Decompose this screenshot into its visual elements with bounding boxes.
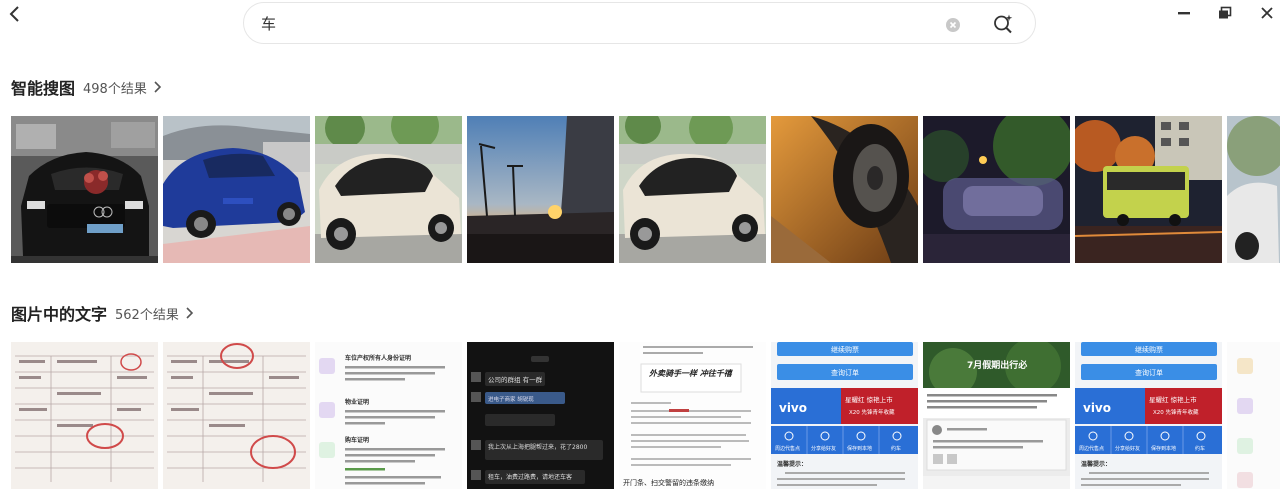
doc-heading: 购车证明 — [345, 436, 369, 444]
svg-text:保存到本地: 保存到本地 — [1151, 445, 1176, 452]
svg-text:星耀红 惊艳上市: 星耀红 惊艳上市 — [845, 395, 893, 404]
svg-text:查询订单: 查询订单 — [831, 368, 859, 377]
photo-thumbnail[interactable] — [315, 116, 462, 263]
svg-text:X20 先锋青年收藏: X20 先锋青年收藏 — [1153, 408, 1199, 416]
photo-thumbnail[interactable] — [163, 342, 310, 489]
clear-circle-icon[interactable] — [946, 17, 960, 32]
photo-strip-text-in-image[interactable]: 车位产权所有人身份证明 物业证明 购车证明 公司的群组 有一群 进电子商家 胡锐… — [11, 342, 1280, 489]
doc-footer: 开门条、扫交警留的违条缴纳 — [623, 478, 714, 487]
chevron-right-icon — [186, 307, 193, 319]
svg-text:租车，油费过路费，请地还车客: 租车，油费过路费，请地还车客 — [488, 473, 572, 481]
photo-thumbnail[interactable] — [771, 116, 918, 263]
svg-text:分享给好友: 分享给好友 — [1115, 445, 1140, 452]
svg-text:公司的群组 有一群: 公司的群组 有一群 — [488, 375, 543, 384]
photo-thumbnail[interactable] — [467, 116, 614, 263]
svg-text:vivo: vivo — [1083, 401, 1111, 415]
photo-thumbnail[interactable]: 继续购票 查询订单 vivo 星耀红 惊艳上市 X20 先锋青年收藏 周边代售点… — [1075, 342, 1222, 489]
photo-thumbnail[interactable]: 外卖骑手一样 冲往千禧 开门条、扫交警留的违条缴纳 — [619, 342, 766, 489]
photo-thumbnail[interactable] — [1227, 342, 1280, 489]
svg-text:星耀红 惊艳上市: 星耀红 惊艳上市 — [1149, 395, 1197, 404]
close-icon — [1261, 7, 1273, 19]
doc-heading: 车位产权所有人身份证明 — [345, 354, 411, 362]
svg-text:7月假期出行必: 7月假期出行必 — [967, 359, 1027, 371]
photo-thumbnail[interactable] — [11, 116, 158, 263]
photo-thumbnail[interactable] — [11, 342, 158, 489]
photo-thumbnail[interactable] — [1075, 116, 1222, 263]
svg-text:约车: 约车 — [891, 445, 901, 452]
image-search-icon[interactable] — [992, 13, 1014, 35]
close-button[interactable] — [1258, 4, 1276, 22]
photo-strip-smart-search[interactable] — [11, 116, 1280, 263]
photo-thumbnail[interactable] — [923, 116, 1070, 263]
svg-text:进电子商家 胡锐现: 进电子商家 胡锐现 — [488, 395, 534, 403]
section-title: 智能搜图 — [11, 79, 76, 98]
photo-thumbnail[interactable]: 车位产权所有人身份证明 物业证明 购车证明 — [315, 342, 462, 489]
photo-thumbnail[interactable] — [619, 116, 766, 263]
photo-thumbnail[interactable]: 7月假期出行必 — [923, 342, 1070, 489]
svg-text:周边代售点: 周边代售点 — [1079, 445, 1104, 452]
restore-button[interactable] — [1216, 4, 1234, 22]
svg-text:继续购票: 继续购票 — [831, 345, 859, 354]
svg-text:分享给好友: 分享给好友 — [811, 445, 836, 452]
back-button[interactable] — [2, 2, 26, 26]
photo-thumbnail[interactable]: 公司的群组 有一群 进电子商家 胡锐现 我上次从上海把腿帮过来，花了2800 租… — [467, 342, 614, 489]
section-header-smart-search[interactable]: 智能搜图 498个结果 — [11, 75, 163, 99]
svg-text:我上次从上海把腿帮过来，花了2800: 我上次从上海把腿帮过来，花了2800 — [488, 443, 587, 451]
svg-text:温馨提示：: 温馨提示： — [777, 460, 807, 468]
minimize-icon — [1178, 12, 1190, 15]
section-header-text-in-image[interactable]: 图片中的文字 562个结果 — [11, 301, 195, 325]
quote-text: 外卖骑手一样 冲往千禧 — [648, 369, 734, 378]
photo-thumbnail[interactable] — [1227, 116, 1280, 263]
doc-heading: 物业证明 — [345, 398, 369, 406]
svg-text:保存到本地: 保存到本地 — [847, 445, 872, 452]
photo-thumbnail[interactable] — [163, 116, 310, 263]
svg-text:温馨提示：: 温馨提示： — [1081, 460, 1111, 468]
svg-text:周边代售点: 周边代售点 — [775, 445, 800, 452]
svg-text:约车: 约车 — [1195, 445, 1205, 452]
search-box — [243, 2, 1036, 44]
svg-text:查询订单: 查询订单 — [1135, 368, 1163, 377]
result-count: 498个结果 — [83, 81, 147, 97]
chevron-right-icon — [154, 81, 161, 93]
svg-text:vivo: vivo — [779, 401, 807, 415]
photo-thumbnail[interactable]: 继续购票 查询订单 vivo 星耀红 惊艳上市 X20 先锋青年收藏 周边代售点… — [771, 342, 918, 489]
chevron-left-icon — [9, 6, 19, 22]
restore-window-icon — [1219, 6, 1232, 19]
svg-text:继续购票: 继续购票 — [1135, 345, 1163, 354]
minimize-button[interactable] — [1175, 4, 1193, 22]
section-title: 图片中的文字 — [11, 305, 108, 324]
search-input[interactable] — [261, 3, 921, 43]
result-count: 562个结果 — [115, 307, 179, 323]
svg-text:X20 先锋青年收藏: X20 先锋青年收藏 — [849, 408, 895, 416]
